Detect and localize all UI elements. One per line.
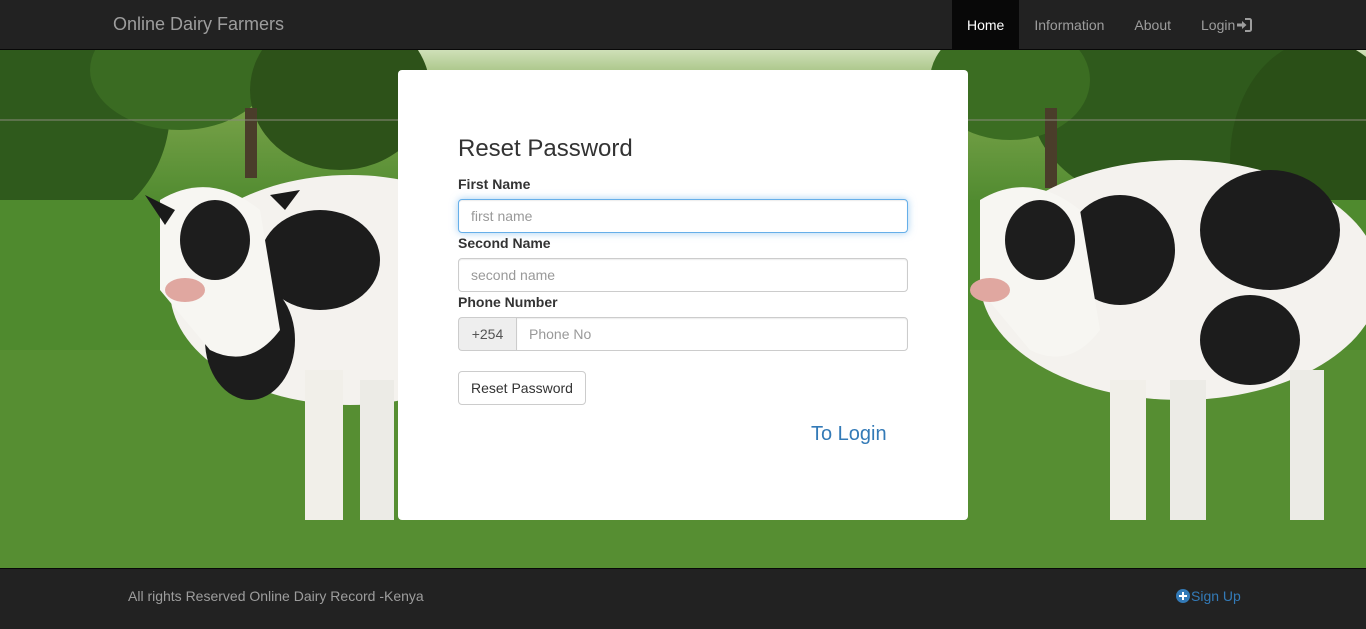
reset-password-panel: Reset Password First Name Second Name Ph… [398,70,968,520]
to-login-link[interactable]: To Login [811,423,887,446]
second-name-label: Second Name [458,235,551,251]
nav-about[interactable]: About [1119,0,1186,50]
second-name-input[interactable] [458,258,908,292]
reset-password-button[interactable]: Reset Password [458,371,586,405]
log-in-icon [1237,18,1253,32]
footer: All rights Reserved Online Dairy Record … [0,568,1366,629]
nav-home[interactable]: Home [952,0,1020,50]
footer-copyright: All rights Reserved Online Dairy Record … [128,588,424,604]
first-name-input[interactable] [458,199,908,233]
nav-login[interactable]: Login [1186,0,1267,50]
phone-number-label: Phone Number [458,294,558,310]
phone-number-input[interactable] [516,317,908,351]
phone-input-group: +254 [458,317,908,351]
page-title: Reset Password [458,135,633,162]
first-name-label: First Name [458,176,531,192]
nav-login-label: Login [1201,17,1236,33]
phone-country-code: +254 [458,317,516,351]
main-nav: Home Information About Login [952,0,1267,50]
sign-up-label: Sign Up [1191,588,1241,604]
top-navbar: Online Dairy Farmers Home Information Ab… [0,0,1366,50]
nav-information[interactable]: Information [1019,0,1119,50]
plus-circle-icon [1176,589,1190,603]
sign-up-link[interactable]: Sign Up [1176,588,1241,604]
brand-link[interactable]: Online Dairy Farmers [113,13,284,35]
